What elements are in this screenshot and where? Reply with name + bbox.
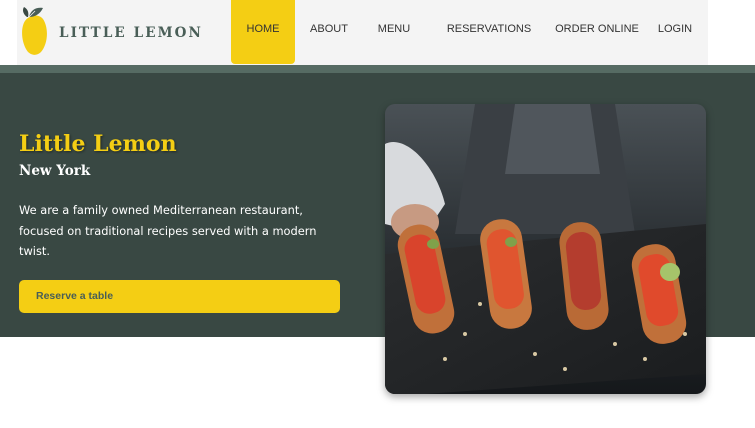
site-header: LITTLE LEMON HOME ABOUT MENU RESERVATION… [17, 0, 708, 65]
hero-food-image [385, 104, 706, 394]
nav-order-online[interactable]: ORDER ONLINE [545, 0, 649, 64]
food-photo-illustration [385, 104, 706, 394]
nav-home[interactable]: HOME [231, 0, 295, 64]
main-nav: HOME ABOUT MENU RESERVATIONS ORDER ONLIN… [17, 0, 708, 65]
nav-reservations[interactable]: RESERVATIONS [435, 0, 543, 64]
hero-subtitle: New York [19, 163, 91, 179]
reserve-table-button[interactable]: Reserve a table [19, 280, 340, 313]
hero-top-strip [0, 65, 755, 73]
nav-menu[interactable]: MENU [369, 0, 419, 64]
hero-description: We are a family owned Mediterranean rest… [19, 203, 317, 258]
nav-login[interactable]: LOGIN [650, 0, 700, 64]
hero-title: Little Lemon [19, 131, 177, 157]
nav-about[interactable]: ABOUT [301, 0, 357, 64]
